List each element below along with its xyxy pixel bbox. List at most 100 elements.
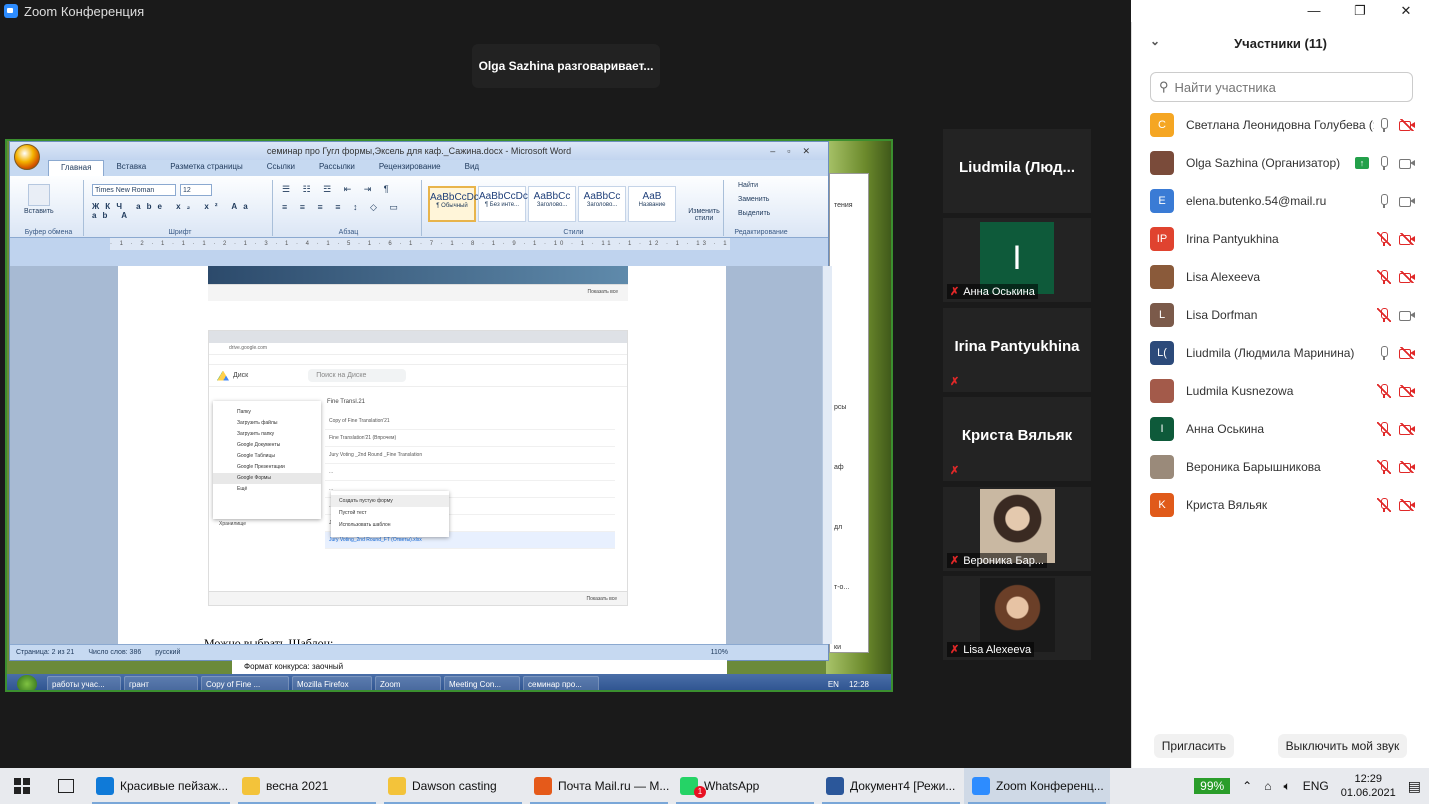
video-tile-liudmila[interactable]: Liudmila (Люд... (943, 129, 1091, 213)
maximize-button[interactable]: ❐ (1337, 0, 1383, 22)
shared-screen[interactable]: тения рсы аф дл т-о... ки семинар про Гу… (5, 139, 893, 692)
app-icon (534, 777, 552, 795)
speaker-icon[interactable]: 🔈︎ (1283, 779, 1290, 794)
submenu-blank-quiz: Пустой тест (339, 510, 367, 516)
tab-home[interactable]: Главная (48, 160, 105, 176)
video-tile-anna[interactable]: I ✗ Анна Оськина (943, 218, 1091, 302)
avatar: С (1150, 113, 1174, 137)
clock[interactable]: 12:29 01.06.2021 (1341, 772, 1396, 800)
participant-search-input[interactable] (1174, 79, 1395, 95)
mic-muted-icon (1377, 460, 1391, 474)
tab-references[interactable]: Ссылки (255, 160, 307, 176)
participant-status-icons (1377, 118, 1415, 132)
word-window-controls[interactable]: –▫✕ (770, 142, 822, 160)
taskbar-app[interactable]: Красивые пейзаж... (88, 768, 234, 804)
taskbar-app-label: WhatsApp (704, 779, 760, 793)
styles-group-label: Стили (563, 229, 584, 236)
paste-icon[interactable] (28, 184, 50, 206)
muted-mic-icon: ✗ (950, 644, 960, 656)
taskbar-app[interactable]: весна 2021 (234, 768, 380, 804)
participant-row[interactable]: С Светлана Леонидовна Голубева (Я) (1132, 106, 1429, 144)
participant-row[interactable]: L(Liudmila (Людмила Маринина) (1132, 334, 1429, 372)
paste-label: Вставить (24, 208, 54, 215)
participant-row[interactable]: Olga Sazhina (Организатор) ↑ (1132, 144, 1429, 182)
submenu-use-template: Использовать шаблон (339, 522, 391, 528)
participant-row[interactable]: L Lisa Dorfman (1132, 296, 1429, 334)
shared-lang: EN (827, 679, 839, 689)
font-name-select[interactable]: Times New Roman (92, 184, 176, 196)
align-buttons[interactable]: ≡ ≡ ≡ ≡ ↕ ◇ ▭ (282, 202, 403, 213)
video-tile-krista[interactable]: Криста Вяльяк ✗ (943, 397, 1091, 481)
participant-name: Вероника Барышникова (1186, 460, 1321, 474)
tile-name: Liudmila (Люд... (959, 159, 1075, 176)
browser-address-bar: drive.google.com (209, 343, 627, 355)
participant-status-icons (1377, 232, 1415, 246)
start-button[interactable] (0, 768, 44, 804)
notifications-icon[interactable]: ▤ (1408, 778, 1421, 795)
taskbar-app[interactable]: Документ4 [Режи... (818, 768, 964, 804)
video-tile-veronika[interactable]: ✗ Вероника Бар... (943, 487, 1091, 571)
tab-review[interactable]: Рецензирование (367, 160, 453, 176)
tab-mailings[interactable]: Рассылки (307, 160, 367, 176)
avatar: E (1150, 189, 1174, 213)
battery-indicator[interactable]: 99% (1194, 778, 1231, 794)
close-button[interactable]: ✕ (1383, 0, 1429, 22)
style-title[interactable]: AaB Название (628, 186, 676, 222)
office-button-icon[interactable] (14, 144, 40, 170)
participant-row[interactable]: Lisa Alexeeva (1132, 258, 1429, 296)
tab-insert[interactable]: Вставка (104, 160, 158, 176)
invite-button[interactable]: Пригласить (1153, 734, 1235, 758)
shared-time: 12:28 (848, 679, 869, 689)
mic-icon (1377, 194, 1391, 208)
font-format-buttons[interactable]: ЖКЧ abe x₂ x² Aa ab A (92, 202, 272, 220)
video-tile-irina[interactable]: Irina Pantyukhina ✗ (943, 308, 1091, 392)
participant-list: С Светлана Леонидовна Голубева (Я) Olga Sa… (1132, 106, 1429, 524)
font-size-select[interactable]: 12 (180, 184, 212, 196)
word-scrollbar[interactable] (822, 266, 832, 644)
clock-time: 12:29 (1354, 773, 1382, 785)
shared-task: работы учас... (47, 676, 121, 690)
network-icon[interactable]: ⌂ (1264, 779, 1271, 793)
tab-page-layout[interactable]: Разметка страницы (158, 160, 255, 176)
submenu-blank-form: Создать пустую форму (331, 495, 449, 507)
taskbar-app[interactable]: Zoom Конференц... (964, 768, 1110, 804)
participant-name: Irina Pantyukhina (1186, 232, 1279, 246)
mute-me-button[interactable]: Выключить мой звук (1277, 734, 1408, 758)
mic-icon (1377, 346, 1391, 360)
participant-row[interactable]: IP Irina Pantyukhina (1132, 220, 1429, 258)
style-heading-1[interactable]: AaBbCc Заголово... (528, 186, 576, 222)
change-styles-button[interactable]: Изменить стили (684, 208, 724, 222)
select-button[interactable]: Выделить (738, 210, 770, 217)
chevron-up-icon[interactable]: ⌃ (1242, 779, 1252, 793)
style-heading-2[interactable]: AaBbCc Заголово... (578, 186, 626, 222)
participant-status-icons (1377, 308, 1415, 322)
chevron-down-icon[interactable]: ⌄ (1150, 34, 1160, 48)
mic-muted-icon (1377, 384, 1391, 398)
taskbar-app[interactable]: Dawson casting (380, 768, 526, 804)
taskbar-app[interactable]: 1 WhatsApp (672, 768, 818, 804)
tile-label-text: Анна Оськина (963, 285, 1035, 298)
find-button[interactable]: Найти (738, 182, 758, 189)
style-normal[interactable]: AaBbCcDc ¶ Обычный (428, 186, 479, 222)
replace-button[interactable]: Заменить (738, 196, 769, 203)
minimize-button[interactable]: — (1291, 0, 1337, 22)
avatar: L (1150, 303, 1174, 327)
video-tile-lisa[interactable]: ✗ Lisa Alexeeva (943, 576, 1091, 660)
file-row: ... (325, 464, 615, 481)
participant-search[interactable]: ⚲ (1150, 72, 1413, 102)
taskbar-app[interactable]: Почта Mail.ru — M... (526, 768, 672, 804)
style-no-spacing[interactable]: AaBbCcDc ¶ Без инте... (478, 186, 528, 222)
participant-row[interactable]: Вероника Барышникова (1132, 448, 1429, 486)
document-page[interactable]: Показать все drive.google.com Диск Поиск… (118, 266, 726, 650)
participant-row[interactable]: Eelena.butenko.54@mail.ru (1132, 182, 1429, 220)
participant-row[interactable]: Ludmila Kusnezowa (1132, 372, 1429, 410)
participant-row[interactable]: I Анна Оськина (1132, 410, 1429, 448)
avatar (1150, 379, 1174, 403)
menu-google-forms: Google Формы (213, 473, 321, 484)
tab-view[interactable]: Вид (453, 160, 491, 176)
task-view-button[interactable] (44, 768, 88, 804)
tile-label: ✗ Анна Оськина (947, 284, 1038, 299)
language-indicator[interactable]: ENG (1303, 779, 1329, 793)
list-buttons[interactable]: ☰ ☷ ☲ ⇤ ⇥ ¶ (282, 184, 394, 195)
participant-row[interactable]: K Криста Вяльяк (1132, 486, 1429, 524)
